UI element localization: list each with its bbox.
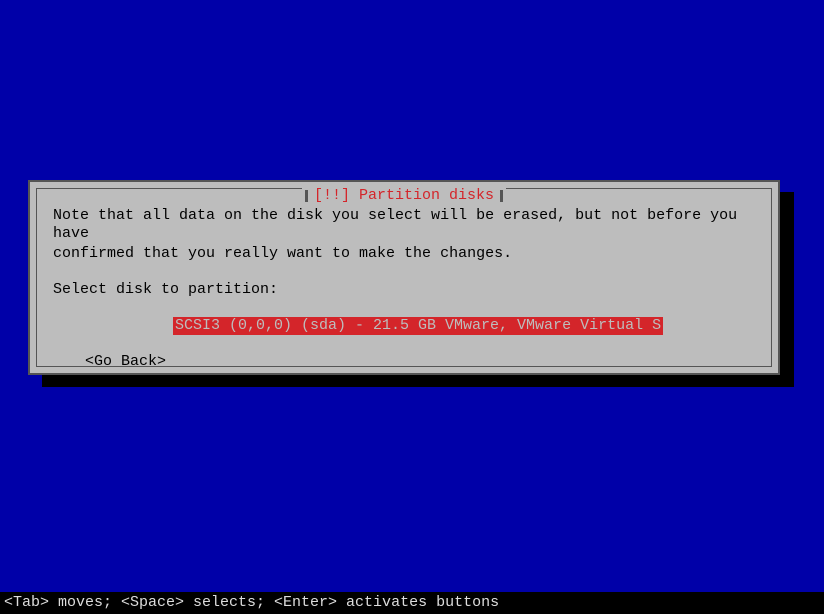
select-disk-prompt: Select disk to partition: — [53, 281, 755, 299]
disk-option-selected[interactable]: SCSI3 (0,0,0) (sda) - 21.5 GB VMware, VM… — [173, 317, 663, 335]
go-back-button[interactable]: <Go Back> — [53, 353, 755, 371]
status-bar-text: <Tab> moves; <Space> selects; <Enter> ac… — [4, 594, 499, 612]
disk-list: SCSI3 (0,0,0) (sda) - 21.5 GB VMware, VM… — [53, 317, 755, 335]
installer-screen: [!!] Partition disks Note that all data … — [0, 0, 824, 614]
status-bar: <Tab> moves; <Space> selects; <Enter> ac… — [0, 592, 824, 614]
dialog-content: Note that all data on the disk you selec… — [37, 189, 771, 366]
dialog-border: [!!] Partition disks Note that all data … — [36, 188, 772, 367]
warning-text-line1: Note that all data on the disk you selec… — [53, 207, 755, 243]
partition-dialog: [!!] Partition disks Note that all data … — [28, 180, 780, 375]
warning-text-line2: confirmed that you really want to make t… — [53, 245, 755, 263]
